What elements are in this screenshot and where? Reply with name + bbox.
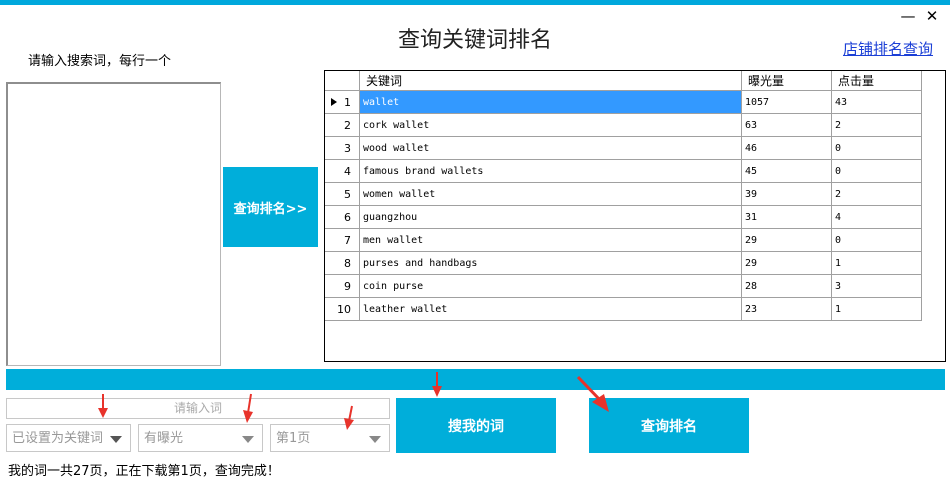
annotation-arrow-icon [243, 393, 253, 423]
annotation-arrow-icon [98, 394, 108, 418]
annotation-arrows [98, 372, 609, 430]
annotation-arrow-icon [344, 405, 354, 430]
annotation-arrow-icon [576, 375, 609, 412]
annotation-arrow-icon [432, 372, 442, 397]
